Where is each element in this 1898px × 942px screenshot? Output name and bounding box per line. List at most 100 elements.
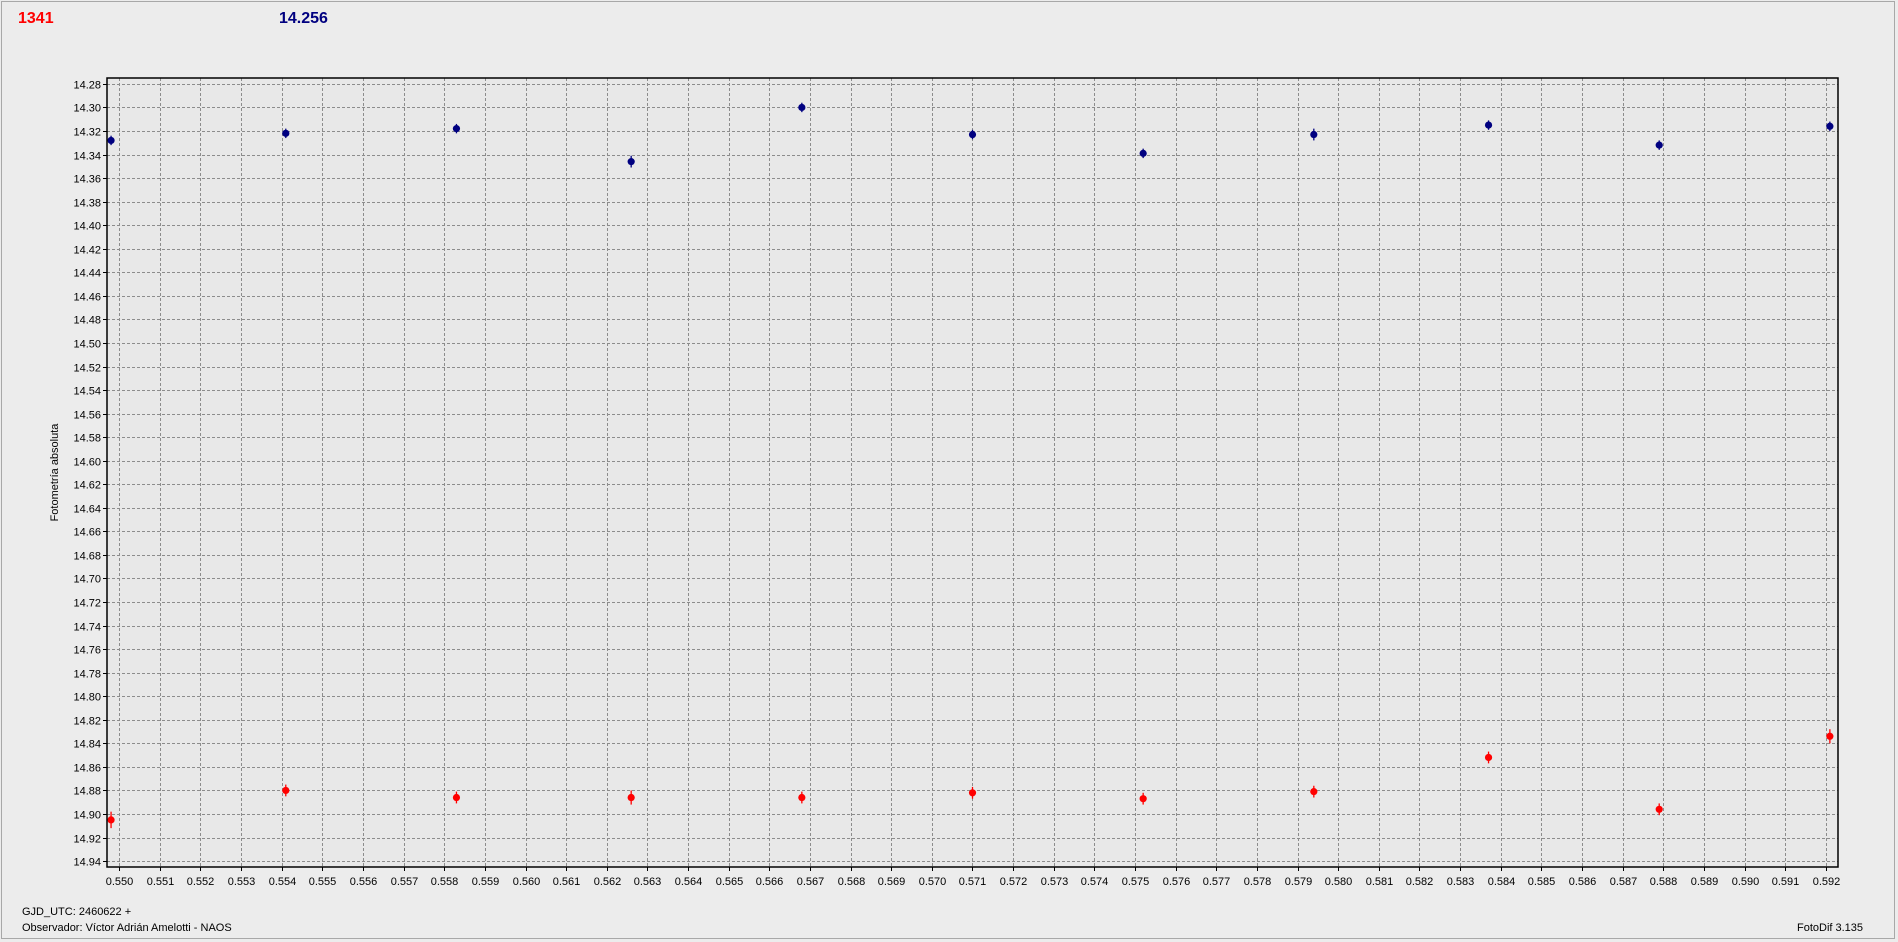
data-point (798, 793, 806, 802)
y-tick-label: 14.72 (73, 598, 101, 610)
x-tick-label: 0.565 (716, 876, 744, 888)
x-tick-label: 0.568 (838, 876, 866, 888)
x-tick-label: 0.588 (1650, 876, 1678, 888)
y-tick-label: 14.86 (73, 763, 101, 775)
data-point (107, 816, 115, 824)
data-point (1655, 141, 1663, 149)
y-tick-label: 14.74 (73, 622, 101, 634)
y-axis-title: Fotometría absoluta (49, 423, 61, 522)
x-tick-label: 0.590 (1732, 876, 1760, 888)
x-tick-label: 0.577 (1203, 876, 1231, 888)
x-tick-label: 0.576 (1163, 876, 1191, 888)
x-tick-label: 0.566 (756, 876, 784, 888)
y-tick-label: 14.48 (73, 315, 101, 327)
data-point (282, 786, 290, 795)
y-tick-label: 14.52 (73, 363, 101, 375)
data-point (1484, 753, 1493, 762)
x-tick-label: 0.556 (350, 876, 378, 888)
y-tick-label: 14.34 (73, 151, 101, 163)
y-tick-label: 14.40 (73, 221, 101, 233)
y-tick-label: 14.32 (73, 127, 101, 139)
y-tick-label: 14.66 (73, 527, 101, 539)
y-tick-label: 14.62 (73, 480, 101, 492)
data-point (452, 793, 461, 802)
data-point (1139, 149, 1147, 157)
y-tick-label: 14.50 (73, 339, 101, 351)
y-tick-label: 14.58 (73, 433, 101, 445)
data-point (1310, 130, 1318, 139)
x-tick-label: 0.567 (797, 876, 825, 888)
data-point (1826, 732, 1834, 740)
data-point (1484, 121, 1493, 129)
x-tick-label: 0.580 (1325, 876, 1353, 888)
y-tick-label: 14.64 (73, 504, 101, 516)
y-tick-label: 14.84 (73, 739, 101, 751)
x-tick-label: 0.589 (1691, 876, 1719, 888)
y-tick-label: 14.56 (73, 410, 101, 422)
data-point (1139, 795, 1147, 803)
y-tick-label: 14.82 (73, 716, 101, 728)
x-tick-label: 0.558 (431, 876, 459, 888)
x-tick-label: 0.579 (1285, 876, 1313, 888)
y-tick-label: 14.60 (73, 457, 101, 469)
x-tick-label: 0.554 (269, 876, 297, 888)
y-tick-label: 14.36 (73, 174, 101, 186)
y-tick-label: 14.88 (73, 786, 101, 798)
x-tick-label: 0.559 (472, 876, 500, 888)
x-tick-label: 0.570 (919, 876, 947, 888)
y-tick-label: 14.78 (73, 669, 101, 681)
y-tick-label: 14.28 (73, 80, 101, 92)
data-point (1310, 788, 1318, 796)
x-tick-label: 0.582 (1406, 876, 1434, 888)
x-tick-label: 0.585 (1528, 876, 1556, 888)
x-tick-label: 0.550 (106, 876, 134, 888)
data-point (798, 103, 806, 112)
x-tick-label: 0.560 (513, 876, 541, 888)
data-point (627, 793, 635, 802)
x-tick-label: 0.557 (391, 876, 419, 888)
data-point (452, 125, 461, 133)
x-tick-label: 0.573 (1041, 876, 1069, 888)
x-tick-label: 0.555 (309, 876, 337, 888)
y-tick-label: 14.70 (73, 574, 101, 586)
x-tick-label: 0.564 (675, 876, 703, 888)
y-tick-label: 14.46 (73, 292, 101, 304)
data-point (282, 129, 290, 137)
gjd-label: GJD_UTC: 2460622 + (22, 906, 132, 918)
y-tick-label: 14.90 (73, 810, 101, 822)
x-tick-label: 0.584 (1488, 876, 1516, 888)
x-tick-label: 0.578 (1244, 876, 1272, 888)
y-tick-label: 14.94 (73, 857, 101, 869)
x-tick-label: 0.586 (1569, 876, 1597, 888)
x-axis: 0.550 0.551 0.552 0.553 0.554 0.555 0.556 0.557… (106, 867, 1841, 888)
x-tick-label: 0.572 (1000, 876, 1028, 888)
x-tick-label: 0.592 (1813, 876, 1841, 888)
x-tick-label: 0.551 (147, 876, 175, 888)
x-tick-label: 0.571 (959, 876, 987, 888)
data-point (1826, 122, 1834, 130)
y-tick-label: 14.42 (73, 245, 101, 257)
x-tick-label: 0.569 (878, 876, 906, 888)
observer-label: Observador: Víctor Adrián Amelotti - NAO… (22, 922, 232, 934)
x-tick-label: 0.581 (1366, 876, 1394, 888)
x-tick-label: 0.552 (187, 876, 215, 888)
data-point (1655, 805, 1663, 813)
y-tick-label: 14.30 (73, 103, 101, 115)
y-tick-label: 14.76 (73, 645, 101, 657)
x-tick-label: 0.553 (228, 876, 256, 888)
y-tick-label: 14.38 (73, 198, 101, 210)
x-tick-label: 0.583 (1447, 876, 1475, 888)
data-point (627, 158, 635, 166)
x-tick-label: 0.563 (634, 876, 662, 888)
software-version-label: FotoDif 3.135 (1797, 922, 1864, 934)
y-tick-label: 14.68 (73, 551, 101, 563)
y-tick-label: 14.44 (73, 268, 101, 280)
data-point (968, 130, 977, 139)
x-tick-label: 0.574 (1081, 876, 1109, 888)
x-tick-label: 0.591 (1772, 876, 1800, 888)
data-point (107, 136, 115, 145)
data-point (968, 789, 977, 797)
x-tick-label: 0.587 (1610, 876, 1638, 888)
y-tick-label: 14.80 (73, 692, 101, 704)
x-tick-label: 0.561 (553, 876, 581, 888)
